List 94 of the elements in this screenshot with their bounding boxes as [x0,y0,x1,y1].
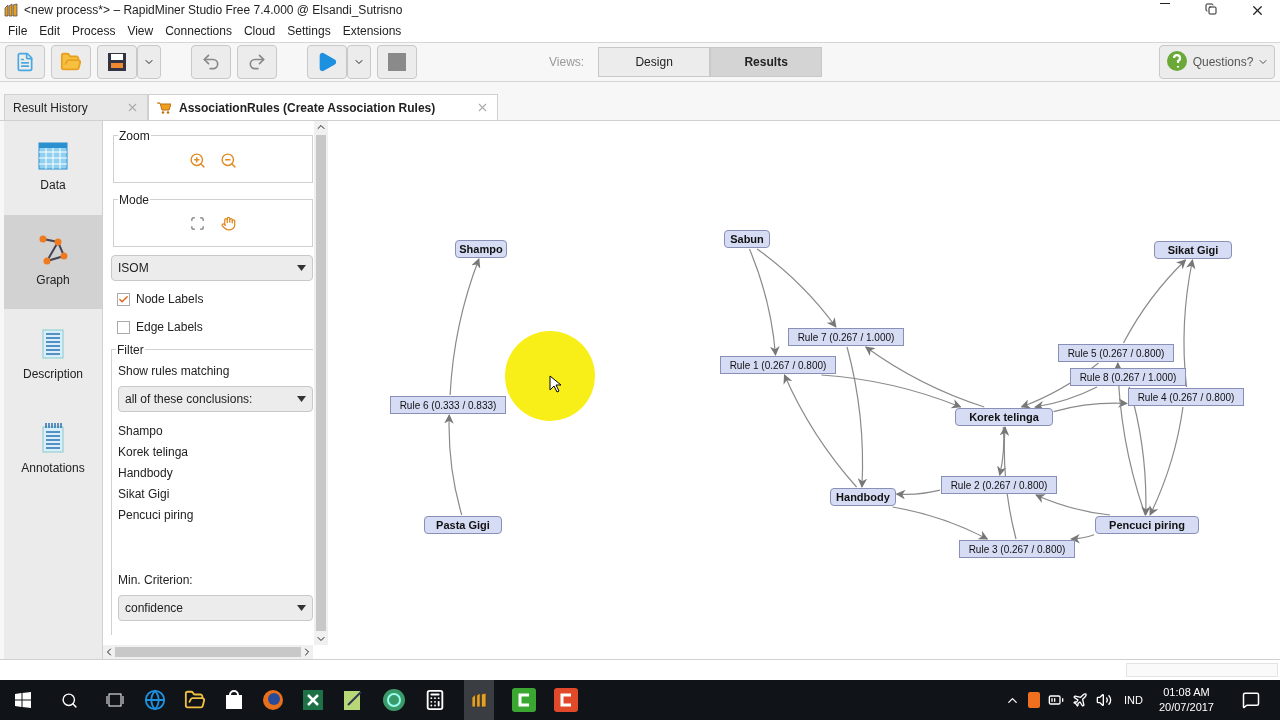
conclusion-item[interactable]: Sikat Gigi [118,485,313,503]
item-node[interactable]: Sabun [724,230,770,248]
close-tab-icon[interactable] [126,101,139,114]
new-file-icon [15,52,35,72]
layout-dropdown[interactable]: ISOM [111,255,313,281]
checkbox[interactable] [117,320,130,334]
spreadsheet-icon[interactable] [302,689,324,711]
menu-item[interactable]: View [127,22,154,40]
criterion-label: Min. Criterion: [118,572,194,589]
document-tab[interactable]: AssociationRules (Create Association Rules) [148,94,498,120]
table-icon [38,142,68,170]
app-logo-icon [4,3,18,17]
views-label: Views: [549,54,585,71]
zoom-out-icon[interactable] [220,152,237,169]
hand-icon[interactable] [221,216,236,231]
task-view-icon[interactable] [106,693,124,707]
match-mode-dropdown[interactable]: all of these conclusions: [118,386,313,412]
item-node[interactable]: Sikat Gigi [1154,241,1232,259]
globe-app-icon[interactable] [382,688,406,712]
sidebar-item[interactable]: Description [4,309,102,403]
horizontal-scrollbar[interactable] [103,645,313,659]
view-tab[interactable]: Design [598,47,711,77]
questions-button[interactable]: Questions? [1159,45,1275,79]
open-folder-button[interactable] [51,45,91,79]
criterion-dropdown[interactable]: confidence [118,595,313,621]
select-mode-icon[interactable] [190,216,205,231]
battery-icon[interactable] [1048,692,1064,708]
menu-item[interactable]: Extensions [342,22,402,40]
restore-icon [1205,2,1217,15]
undo-button[interactable] [191,45,231,79]
menu-item[interactable]: Connections [165,22,232,40]
checkbox-label: Node Labels [136,291,204,308]
graph-icon [38,235,68,265]
checkbox[interactable] [117,292,130,306]
redo-icon [247,52,267,72]
fox-browser-icon[interactable] [262,689,284,711]
notepad-pen-icon[interactable] [342,689,364,711]
menu-item[interactable]: Edit [39,22,61,40]
airplane-icon[interactable] [1072,692,1088,708]
menu-item[interactable]: Settings [287,22,331,40]
item-node[interactable]: Korek telinga [955,408,1053,426]
minimize-icon [1160,2,1170,4]
close-tab-icon[interactable] [476,101,489,114]
stop-button[interactable] [377,45,417,79]
item-node[interactable]: Pasta Gigi [424,516,502,534]
sidebar-item[interactable]: Graph [4,215,102,309]
graph-edge [895,489,941,500]
notepad-icon [42,423,64,453]
language-indicator[interactable]: IND [1124,691,1143,709]
checkbox-label: Edge Labels [136,319,203,336]
search-icon[interactable] [61,691,78,709]
view-tab[interactable]: Results [710,47,823,77]
undo-icon [201,52,221,72]
volume-icon[interactable] [1096,692,1112,708]
vertical-scrollbar[interactable] [314,121,328,645]
conclusion-item[interactable]: Handbody [118,464,313,482]
dropdown-arrow-icon [297,265,306,271]
graph-edge [1070,533,1095,544]
save-button[interactable] [97,45,137,79]
menu-item[interactable]: Process [72,22,116,40]
new-file-button[interactable] [5,45,45,79]
check-icon [118,293,129,305]
window-title: <new process*> – RapidMiner Studio Free 7.4.000 @ Elsandi_Sutrisno [24,2,403,19]
notification-icon[interactable] [1242,691,1260,709]
calculator-icon[interactable] [424,689,446,711]
item-node[interactable]: Shampo [454,240,508,258]
document-tab[interactable]: Result History [4,94,148,120]
zoom-in-icon[interactable] [189,152,206,169]
document-icon [42,329,64,359]
run-button[interactable] [307,45,347,79]
sidebar-item[interactable]: Data [4,121,102,215]
item-node[interactable]: Pencuci piring [1095,516,1199,534]
dropdown-arrow-icon [297,605,306,611]
conclusion-item[interactable]: Shampo [118,422,313,440]
windows-start-icon[interactable] [15,692,31,708]
menu-item[interactable]: Cloud [243,22,276,40]
stop-icon [388,53,406,71]
redo-button[interactable] [237,45,277,79]
conclusion-item[interactable]: Pencuci piring [118,506,313,524]
item-node[interactable]: Handbody [830,488,896,506]
filter-description: Show rules matching [118,363,231,380]
folder-icon [60,51,82,73]
mouse-cursor-icon [549,375,561,393]
help-bubble-icon [1164,50,1189,74]
menu-item[interactable]: File [8,22,28,40]
dropdown-arrow-icon [297,396,306,402]
cart-icon [157,101,171,114]
folder-icon[interactable] [184,689,206,711]
clock[interactable]: 01:08 AM 20/07/2017 [1158,685,1214,715]
store-bag-icon[interactable] [224,690,244,710]
app-logo-icon[interactable] [464,680,494,720]
conclusion-item[interactable]: Korek telinga [118,443,313,461]
browser-icon[interactable] [144,689,166,711]
sidebar-item[interactable]: Annotations [4,403,102,497]
